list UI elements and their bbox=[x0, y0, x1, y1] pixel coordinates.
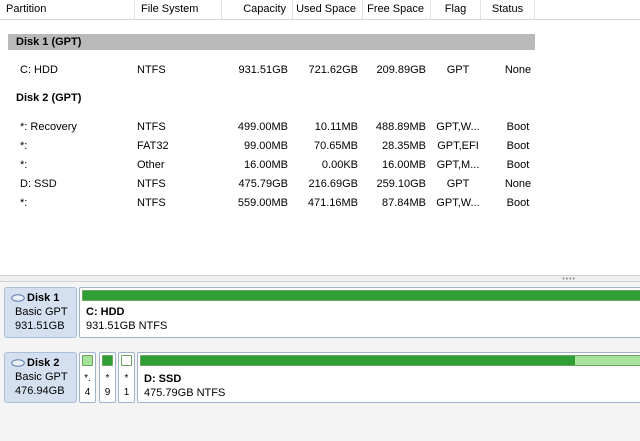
cell-capacity: 99.00MB bbox=[243, 140, 288, 152]
cell-status: Boot bbox=[506, 159, 530, 171]
usage-bar bbox=[82, 290, 640, 301]
col-free-space[interactable]: Free Space bbox=[363, 0, 431, 19]
cell-partition: *: bbox=[20, 197, 28, 209]
cell-free: 87.84MB bbox=[381, 197, 426, 209]
cell-free: 16.00MB bbox=[381, 159, 426, 171]
cell-fs: NTFS bbox=[137, 197, 166, 209]
small-partition-block[interactable]: * 1 bbox=[118, 352, 135, 403]
cell-free: 259.10GB bbox=[376, 178, 426, 190]
cell-free: 488.89MB bbox=[375, 121, 426, 133]
disk-icon bbox=[11, 294, 25, 302]
cell-flag: GPT,W... bbox=[436, 197, 480, 209]
cell-status: Boot bbox=[506, 140, 530, 152]
cell-flag: GPT,W... bbox=[436, 121, 480, 133]
cell-flag: GPT bbox=[446, 64, 470, 76]
cell-free: 209.89GB bbox=[376, 64, 426, 76]
col-partition[interactable]: Partition bbox=[0, 0, 135, 19]
col-file-system[interactable]: File System bbox=[135, 0, 222, 19]
pane-splitter[interactable]: •••• bbox=[0, 275, 640, 283]
cell-free: 28.35MB bbox=[381, 140, 426, 152]
cell-used: 70.65MB bbox=[313, 140, 358, 152]
cell-status: Boot bbox=[506, 197, 530, 209]
partition-c-block[interactable]: C: HDD 931.51GB NTFS bbox=[79, 287, 640, 338]
table-row[interactable]: *: FAT32 99.00MB 70.65MB 28.35MB GPT,EFI… bbox=[0, 137, 640, 156]
small-partition-block[interactable]: * 9 bbox=[99, 352, 116, 403]
cell-used: 0.00KB bbox=[321, 159, 358, 171]
cell-flag: GPT,EFI bbox=[437, 140, 479, 152]
table-row[interactable]: *: NTFS 559.00MB 471.16MB 87.84MB GPT,W.… bbox=[0, 194, 640, 213]
small-partition-block[interactable]: *. 4 bbox=[79, 352, 96, 403]
table-header: Partition File System Capacity Used Spac… bbox=[0, 0, 640, 20]
usage-fill bbox=[141, 356, 576, 365]
cell-status: Boot bbox=[506, 121, 530, 133]
cell-partition: *: bbox=[20, 140, 28, 152]
partition-num: 9 bbox=[104, 387, 111, 398]
col-used-space[interactable]: Used Space bbox=[293, 0, 363, 19]
col-flag[interactable]: Flag bbox=[431, 0, 481, 19]
disk1-type: Basic GPT bbox=[15, 306, 68, 318]
cell-capacity: 931.51GB bbox=[238, 64, 288, 76]
usage-fill bbox=[103, 356, 112, 365]
partition-name: D: SSD bbox=[144, 373, 182, 385]
partition-num: 4 bbox=[84, 387, 91, 398]
cell-fs: FAT32 bbox=[137, 140, 169, 152]
disk2-card[interactable]: Disk 2 Basic GPT 476.94GB bbox=[4, 352, 77, 403]
disk1-card[interactable]: Disk 1 Basic GPT 931.51GB bbox=[4, 287, 77, 338]
partition-mark: * bbox=[124, 373, 129, 384]
cell-used: 10.11MB bbox=[314, 121, 358, 133]
disk2-type: Basic GPT bbox=[15, 371, 68, 383]
cell-flag: GPT,M... bbox=[436, 159, 480, 171]
partition-desc: 475.79GB NTFS bbox=[144, 387, 226, 399]
disk1-heading[interactable]: Disk 1 (GPT) bbox=[8, 34, 535, 50]
cell-used: 216.69GB bbox=[308, 178, 358, 190]
disk-map: Disk 1 Basic GPT 931.51GB C: HDD 931.51G… bbox=[0, 282, 640, 441]
cell-partition: C: HDD bbox=[20, 64, 58, 76]
usage-fill bbox=[83, 291, 640, 300]
partition-num: 1 bbox=[123, 387, 130, 398]
cell-fs: NTFS bbox=[137, 121, 166, 133]
partition-d-block[interactable]: D: SSD 475.79GB NTFS bbox=[137, 352, 640, 403]
table-row[interactable]: C: HDD NTFS 931.51GB 721.62GB 209.89GB G… bbox=[0, 61, 640, 80]
cell-status: None bbox=[504, 64, 532, 76]
cell-fs: Other bbox=[137, 159, 165, 171]
table-row[interactable]: *: Recovery NTFS 499.00MB 10.11MB 488.89… bbox=[0, 118, 640, 137]
disk1-title: Disk 1 bbox=[27, 292, 60, 304]
usage-bar bbox=[140, 355, 640, 366]
partition-desc: 931.51GB NTFS bbox=[86, 320, 168, 332]
usage-bar bbox=[82, 355, 93, 366]
cell-fs: NTFS bbox=[137, 64, 166, 76]
cell-capacity: 16.00MB bbox=[243, 159, 288, 171]
cell-flag: GPT bbox=[446, 178, 470, 190]
cell-capacity: 499.00MB bbox=[237, 121, 288, 133]
partition-mark: *. bbox=[84, 373, 91, 384]
cell-partition: D: SSD bbox=[20, 178, 57, 190]
disk2-heading[interactable]: Disk 2 (GPT) bbox=[8, 90, 535, 106]
partition-table: Partition File System Capacity Used Spac… bbox=[0, 0, 640, 275]
usage-bar bbox=[121, 355, 132, 366]
cell-partition: *: Recovery bbox=[20, 121, 77, 133]
usage-bar bbox=[102, 355, 113, 366]
partition-mark: * bbox=[105, 373, 110, 384]
col-capacity[interactable]: Capacity bbox=[222, 0, 293, 19]
cell-capacity: 559.00MB bbox=[237, 197, 288, 209]
disk1-size: 931.51GB bbox=[15, 320, 65, 332]
cell-status: None bbox=[504, 178, 532, 190]
disk2-size: 476.94GB bbox=[15, 385, 65, 397]
cell-capacity: 475.79GB bbox=[238, 178, 288, 190]
table-row[interactable]: D: SSD NTFS 475.79GB 216.69GB 259.10GB G… bbox=[0, 175, 640, 194]
col-status[interactable]: Status bbox=[481, 0, 535, 19]
cell-used: 721.62GB bbox=[308, 64, 358, 76]
table-row[interactable]: *: Other 16.00MB 0.00KB 16.00MB GPT,M...… bbox=[0, 156, 640, 175]
cell-used: 471.16MB bbox=[307, 197, 358, 209]
partition-name: C: HDD bbox=[86, 306, 125, 318]
cell-fs: NTFS bbox=[137, 178, 166, 190]
disk2-title: Disk 2 bbox=[27, 357, 60, 369]
disk-icon bbox=[11, 359, 25, 367]
cell-partition: *: bbox=[20, 159, 28, 171]
